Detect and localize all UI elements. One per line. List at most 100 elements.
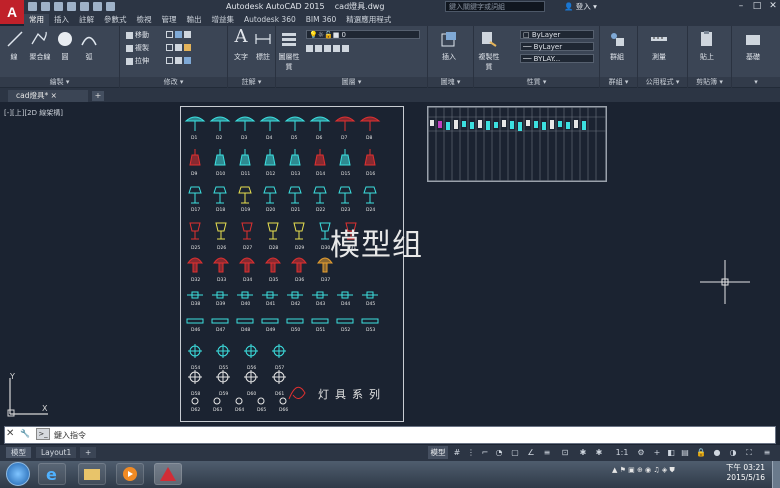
fixture-symbol[interactable] (337, 291, 353, 299)
fixture-symbol[interactable] (184, 116, 206, 131)
fixture-symbol[interactable] (336, 318, 354, 324)
fixture-symbol[interactable] (359, 116, 381, 131)
tab-addins[interactable]: 增益集 (207, 14, 240, 26)
fixture-symbol[interactable] (364, 149, 376, 166)
tab-parametric[interactable]: 參數式 (99, 14, 132, 26)
search-input[interactable]: 鍵入關鍵字或詞組 (445, 1, 545, 12)
panel-draw-label[interactable]: 繪製 ▾ (0, 77, 119, 87)
fixture-symbol[interactable] (212, 291, 228, 299)
dimension-label[interactable]: 標註 (252, 52, 274, 62)
tab-annotate[interactable]: 註解 (74, 14, 99, 26)
annotation-scale[interactable]: 1:1 (612, 448, 632, 458)
fixture-symbol[interactable] (186, 318, 204, 324)
circle-icon[interactable] (56, 30, 74, 48)
close-icon[interactable]: ✕ (6, 429, 16, 439)
modify-tools-row1[interactable] (166, 30, 193, 38)
fixture-symbol[interactable] (214, 149, 226, 166)
fixture-symbol[interactable] (264, 149, 276, 166)
fixture-symbol[interactable] (239, 257, 255, 273)
workspace-gear-icon[interactable]: ⚙ (636, 448, 646, 458)
fixture-symbol[interactable] (244, 344, 258, 358)
show-desktop-button[interactable] (772, 461, 780, 488)
measure-icon[interactable] (650, 30, 668, 48)
viewport-controls[interactable]: [-][上][2D 線架構] (4, 108, 63, 118)
legend-symbol[interactable] (454, 120, 458, 129)
text-icon[interactable]: A (232, 26, 250, 47)
fixture-symbol[interactable] (209, 116, 231, 131)
isolate-objects-icon[interactable]: ● (712, 448, 722, 458)
osnap-icon[interactable]: ▢ (510, 448, 520, 458)
color-dropdown[interactable]: □ ByLayer (520, 30, 594, 39)
grid-icon[interactable]: # (452, 448, 462, 458)
fixture-symbol[interactable] (211, 318, 229, 324)
save-icon[interactable] (54, 2, 63, 11)
tab-view[interactable]: 檢視 (132, 14, 157, 26)
base-label[interactable]: 基礎 (742, 52, 764, 62)
wrench-icon[interactable]: 🔧 (20, 429, 30, 439)
legend-symbol[interactable] (542, 122, 546, 130)
tab-home[interactable]: 常用 (24, 14, 49, 26)
legend-symbol[interactable] (462, 121, 466, 127)
layer-dropdown[interactable]: 💡☼🔓■ 0 (306, 30, 420, 39)
arc-label[interactable]: 弧 (78, 52, 100, 62)
command-line[interactable] (4, 426, 776, 444)
legend-symbol[interactable] (438, 121, 442, 128)
modify-tools-row2[interactable] (166, 43, 193, 51)
autocad-taskbar-icon[interactable] (154, 463, 182, 485)
otrack-icon[interactable]: ∠ (526, 448, 536, 458)
fixture-symbol[interactable] (187, 257, 203, 273)
layer-properties-icon[interactable] (280, 30, 298, 48)
polar-icon[interactable]: ◔ (494, 448, 504, 458)
fixture-symbol[interactable] (314, 149, 326, 166)
fixture-symbol[interactable] (215, 222, 227, 240)
panel-modify-label[interactable]: 修改 ▾ (120, 77, 227, 87)
fixture-symbol[interactable] (272, 344, 286, 358)
lineweight-dropdown[interactable]: ── BYLAY... (520, 54, 594, 63)
legend-symbol[interactable] (486, 121, 490, 130)
ie-taskbar-icon[interactable]: e (38, 463, 66, 485)
fixture-symbol[interactable] (362, 291, 378, 299)
insert-label[interactable]: 插入 (438, 52, 460, 62)
fixture-symbol[interactable] (291, 257, 307, 273)
match-properties-label[interactable]: 複製性質 (476, 52, 502, 72)
fixture-symbol[interactable] (244, 370, 258, 384)
file-tab[interactable]: cad燈具* × (8, 90, 88, 102)
maximize-button[interactable]: □ (750, 0, 764, 12)
command-history-icon[interactable]: >_ (36, 428, 50, 440)
layer-properties-label[interactable]: 圖層性質 (276, 52, 302, 72)
legend-symbol[interactable] (518, 122, 522, 131)
legend-symbol[interactable] (510, 121, 514, 129)
fixture-sheet[interactable]: D1 D2 D3 D4 D5 D6 D7 D8 D9 D10 D11 D12 D13 D14 D15 D16 D… (180, 106, 404, 422)
layer-tools-row[interactable] (306, 44, 351, 52)
units-icon[interactable]: ◧ (666, 448, 676, 458)
group-icon[interactable] (608, 30, 626, 48)
quick-properties-icon[interactable]: ▤ (680, 448, 690, 458)
media-player-taskbar-icon[interactable] (116, 463, 144, 485)
model-space-button[interactable]: 模型 (428, 446, 448, 459)
panel-utilities-label[interactable]: 公用程式 ▾ (638, 77, 687, 87)
panel-view-label[interactable]: ▾ (732, 77, 780, 87)
fixture-symbol[interactable] (241, 222, 253, 240)
hardware-acceleration-icon[interactable]: ◑ (728, 448, 738, 458)
saveas-icon[interactable] (67, 2, 76, 11)
auto-scale-icon[interactable]: ✱ (594, 448, 604, 458)
fixture-symbol[interactable] (289, 149, 301, 166)
fixture-symbol[interactable] (235, 397, 243, 405)
tab-manage[interactable]: 管理 (157, 14, 182, 26)
match-properties-icon[interactable] (480, 30, 498, 48)
polyline-label[interactable]: 聚合線 (26, 52, 54, 62)
fixture-symbol[interactable] (262, 291, 278, 299)
command-input[interactable]: 鍵入指令 (54, 430, 86, 441)
fixture-symbol[interactable] (363, 186, 377, 204)
undo-icon[interactable] (93, 2, 102, 11)
close-button[interactable]: ✕ (766, 0, 780, 12)
fixture-symbol[interactable] (188, 186, 202, 204)
tab-model[interactable]: 模型 (6, 447, 31, 458)
fixture-symbol[interactable] (309, 116, 331, 131)
measure-label[interactable]: 測量 (648, 52, 670, 62)
panel-clipboard-label[interactable]: 剪貼簿 ▾ (688, 77, 731, 87)
fixture-symbol[interactable] (288, 186, 302, 204)
legend-symbol[interactable] (446, 122, 450, 130)
legend-symbol[interactable] (558, 121, 562, 127)
polyline-icon[interactable] (30, 30, 48, 48)
